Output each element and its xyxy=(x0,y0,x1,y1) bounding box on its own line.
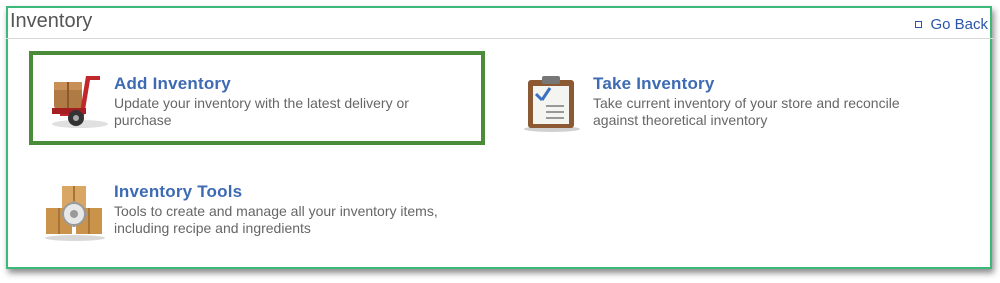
take-inventory-desc-line1: Take current inventory of your store and… xyxy=(593,95,900,111)
inventory-tools-title[interactable]: Inventory Tools xyxy=(114,182,242,202)
inventory-tools-desc-line1: Tools to create and manage all your inve… xyxy=(114,203,438,219)
selection-highlight xyxy=(29,51,485,145)
take-inventory-description: Take current inventory of your store and… xyxy=(593,95,900,129)
go-back-link[interactable]: Go Back xyxy=(915,16,988,33)
inventory-tools-tile[interactable]: Inventory Tools Tools to create and mana… xyxy=(30,182,490,242)
inventory-tools-desc-line2: including recipe and ingredients xyxy=(114,220,311,236)
inventory-tools-description: Tools to create and manage all your inve… xyxy=(114,203,438,237)
page-title: Inventory xyxy=(10,10,93,32)
boxes-gear-icon xyxy=(42,182,108,247)
take-inventory-title[interactable]: Take Inventory xyxy=(593,74,715,94)
take-inventory-tile[interactable]: Take Inventory Take current inventory of… xyxy=(509,74,969,134)
square-bullet-icon xyxy=(915,21,923,28)
panel-header: Inventory Go Back xyxy=(6,6,994,39)
clipboard-icon xyxy=(522,74,582,137)
go-back-label: Go Back xyxy=(930,16,988,33)
take-inventory-desc-line2: against theoretical inventory xyxy=(593,112,768,128)
